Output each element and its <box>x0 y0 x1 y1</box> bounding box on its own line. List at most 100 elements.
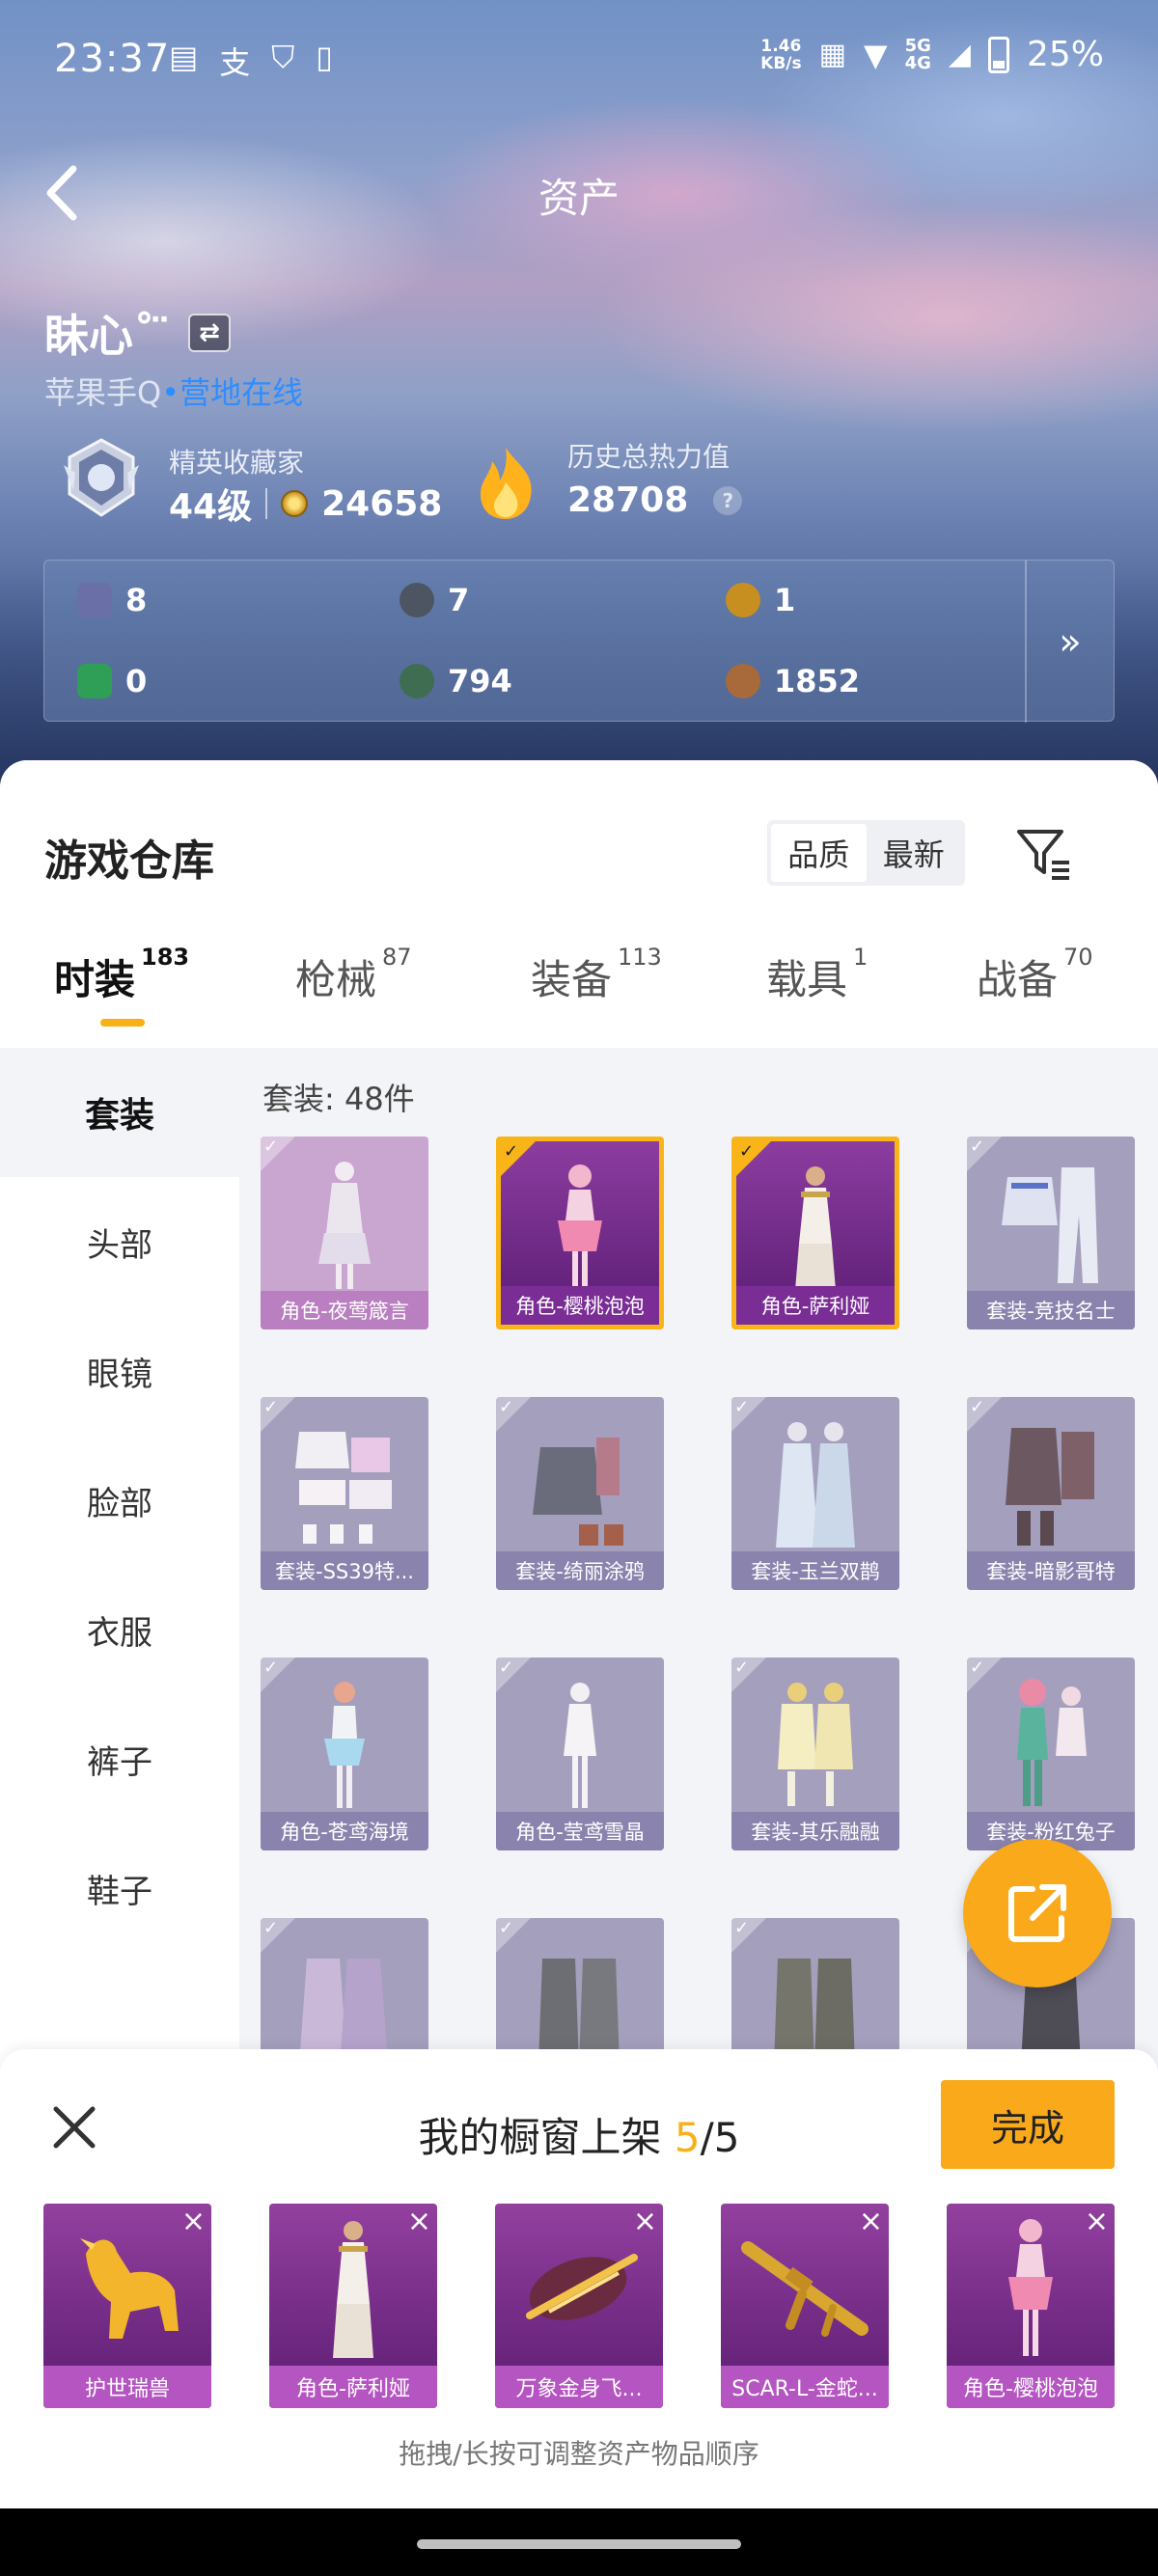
tab-equipment[interactable]: 装备 113 <box>531 944 662 1006</box>
showcase-count: 5 <box>674 2114 701 2161</box>
currency-value: 8 <box>125 582 148 618</box>
signal-icon: ◢ <box>948 38 971 71</box>
remove-icon[interactable]: × <box>859 2207 883 2236</box>
warehouse-title: 游戏仓库 <box>44 836 214 886</box>
rank-label: 精英收藏家 <box>169 447 305 479</box>
collector-rank-badge-icon <box>64 438 139 517</box>
character-figure-icon <box>1008 2219 1053 2356</box>
check-icon <box>967 1397 1002 1432</box>
network-speed-unit: KB/s <box>760 53 802 73</box>
shield-icon: ⛉ <box>271 39 295 75</box>
golden-weapon-icon <box>526 2254 638 2320</box>
tab-label: 装备 <box>531 956 613 1003</box>
sidecat-clothes[interactable]: 衣服 <box>0 1565 239 1694</box>
home-indicator[interactable] <box>417 2539 741 2549</box>
item-count: 套装: 48件 <box>262 1081 415 1117</box>
item-caption: 角色-夜莺箴言 <box>261 1291 428 1329</box>
coin-icon <box>281 490 309 517</box>
outfit-set-icon <box>1006 1428 1094 1546</box>
sidecat-shoes[interactable]: 鞋子 <box>0 1823 239 1953</box>
profile-subtitle: 苹果手Q•营地在线 <box>44 369 303 413</box>
item-card[interactable]: 角色-莹鸢雪晶 <box>496 1658 664 1850</box>
currency-value: 0 <box>125 663 148 699</box>
swap-account-icon[interactable]: ⇄ <box>188 314 232 352</box>
showcase-item[interactable]: × 角色-樱桃泡泡 <box>947 2204 1115 2408</box>
item-card[interactable]: 套装-SS39特... <box>261 1397 428 1590</box>
check-icon <box>261 1137 295 1171</box>
tab-label: 载具 <box>766 956 848 1003</box>
notes-icon: ▤ <box>169 39 199 75</box>
currency-item: 0 <box>77 663 147 699</box>
signal-4g: 4G <box>904 52 931 73</box>
item-card[interactable]: 角色-萨利娅 <box>731 1137 899 1329</box>
sidecat-suits[interactable]: 套装 <box>0 1048 239 1177</box>
showcase-item[interactable]: × 护世瑞兽 <box>43 2204 211 2408</box>
tab-combat-supplies[interactable]: 战备 70 <box>977 944 1093 1006</box>
sort-newest-button[interactable]: 最新 <box>867 824 962 882</box>
help-icon[interactable]: ? <box>713 485 743 515</box>
check-icon <box>496 1918 531 1953</box>
item-caption: 套装-玉兰双鹊 <box>731 1551 899 1590</box>
reorder-hint: 拖拽/长按可调整资产物品顺序 <box>399 2438 759 2470</box>
outfit-set-icon <box>776 1422 855 1548</box>
item-caption: 角色-萨利娅 <box>736 1286 895 1325</box>
item-card[interactable]: 角色-苍鸢海境 <box>261 1658 428 1850</box>
tab-firearms[interactable]: 枪械 87 <box>295 944 412 1006</box>
item-card[interactable]: 角色-樱桃泡泡 <box>496 1137 664 1329</box>
tab-fashion[interactable]: 时装 183 <box>54 944 190 1006</box>
divider <box>265 488 268 519</box>
signal-labels: 5G 4G <box>904 35 931 73</box>
showcase-total: /5 <box>700 2114 740 2161</box>
item-card[interactable]: 套装-暗影哥特 <box>967 1397 1135 1590</box>
item-caption: 套装-绮丽涂鸦 <box>496 1551 664 1590</box>
currency-more-button[interactable]: » <box>1025 561 1114 723</box>
tab-count: 183 <box>141 944 190 971</box>
hd-icon: ▦ <box>818 38 846 71</box>
tab-vehicles[interactable]: 载具 1 <box>766 944 868 1006</box>
sidecat-glasses[interactable]: 眼镜 <box>0 1306 239 1436</box>
remove-icon[interactable]: × <box>181 2207 206 2236</box>
currency-panel[interactable]: 8 7 1 0 794 1852 » <box>43 560 1115 723</box>
sort-quality-button[interactable]: 品质 <box>771 824 867 882</box>
item-card[interactable]: 套装-粉红兔子 <box>967 1658 1135 1850</box>
currency-value: 1 <box>774 582 796 618</box>
heat-value: 28708 <box>567 480 689 520</box>
ticket-icon <box>77 583 112 617</box>
remove-icon[interactable]: × <box>633 2207 657 2236</box>
check-icon <box>496 1397 531 1432</box>
page-title: 资产 <box>538 175 620 222</box>
showcase-item[interactable]: × 角色-萨利娅 <box>269 2204 437 2408</box>
sidecat-head[interactable]: 头部 <box>0 1177 239 1306</box>
fire-icon <box>481 448 532 519</box>
silver-coin-icon <box>400 583 434 617</box>
battery-icon <box>987 36 1009 73</box>
item-caption: 角色-苍鸢海境 <box>261 1812 428 1850</box>
showcase-item-caption: 护世瑞兽 <box>43 2366 211 2408</box>
item-card[interactable]: 套装-玉兰双鹊 <box>731 1397 899 1590</box>
filter-icon[interactable] <box>1013 822 1075 884</box>
item-card[interactable]: 角色-夜莺箴言 <box>261 1137 428 1329</box>
rank-level: 44级 <box>169 487 253 527</box>
showcase-item[interactable]: × 万象金身飞... <box>495 2204 663 2408</box>
sidecat-pants[interactable]: 裤子 <box>0 1694 239 1823</box>
item-card[interactable]: 套装-其乐融融 <box>731 1658 899 1850</box>
currency-item: 8 <box>77 582 147 618</box>
sidecat-face[interactable]: 脸部 <box>0 1436 239 1565</box>
share-button[interactable] <box>963 1839 1112 1987</box>
item-card[interactable]: 套装-竞技名士 <box>967 1137 1135 1329</box>
currency-item: 7 <box>400 582 469 618</box>
showcase-item-caption: SCAR-L-金蛇... <box>721 2366 889 2408</box>
remove-icon[interactable]: × <box>407 2207 431 2236</box>
green-orb-icon <box>400 664 434 699</box>
gold-coin-icon <box>726 583 760 617</box>
remove-icon[interactable]: × <box>1085 2207 1109 2236</box>
item-caption: 角色-莹鸢雪晶 <box>496 1812 664 1850</box>
showcase-item[interactable]: × SCAR-L-金蛇... <box>721 2204 889 2408</box>
currency-item: 1852 <box>726 663 860 699</box>
currency-item: 1 <box>726 582 795 618</box>
item-card[interactable]: 套装-绮丽涂鸦 <box>496 1397 664 1590</box>
tab-label: 时装 <box>54 956 136 1003</box>
done-button[interactable]: 完成 <box>941 2080 1115 2169</box>
signal-5g: 5G <box>904 35 931 56</box>
showcase-item-caption: 角色-萨利娅 <box>269 2366 437 2408</box>
